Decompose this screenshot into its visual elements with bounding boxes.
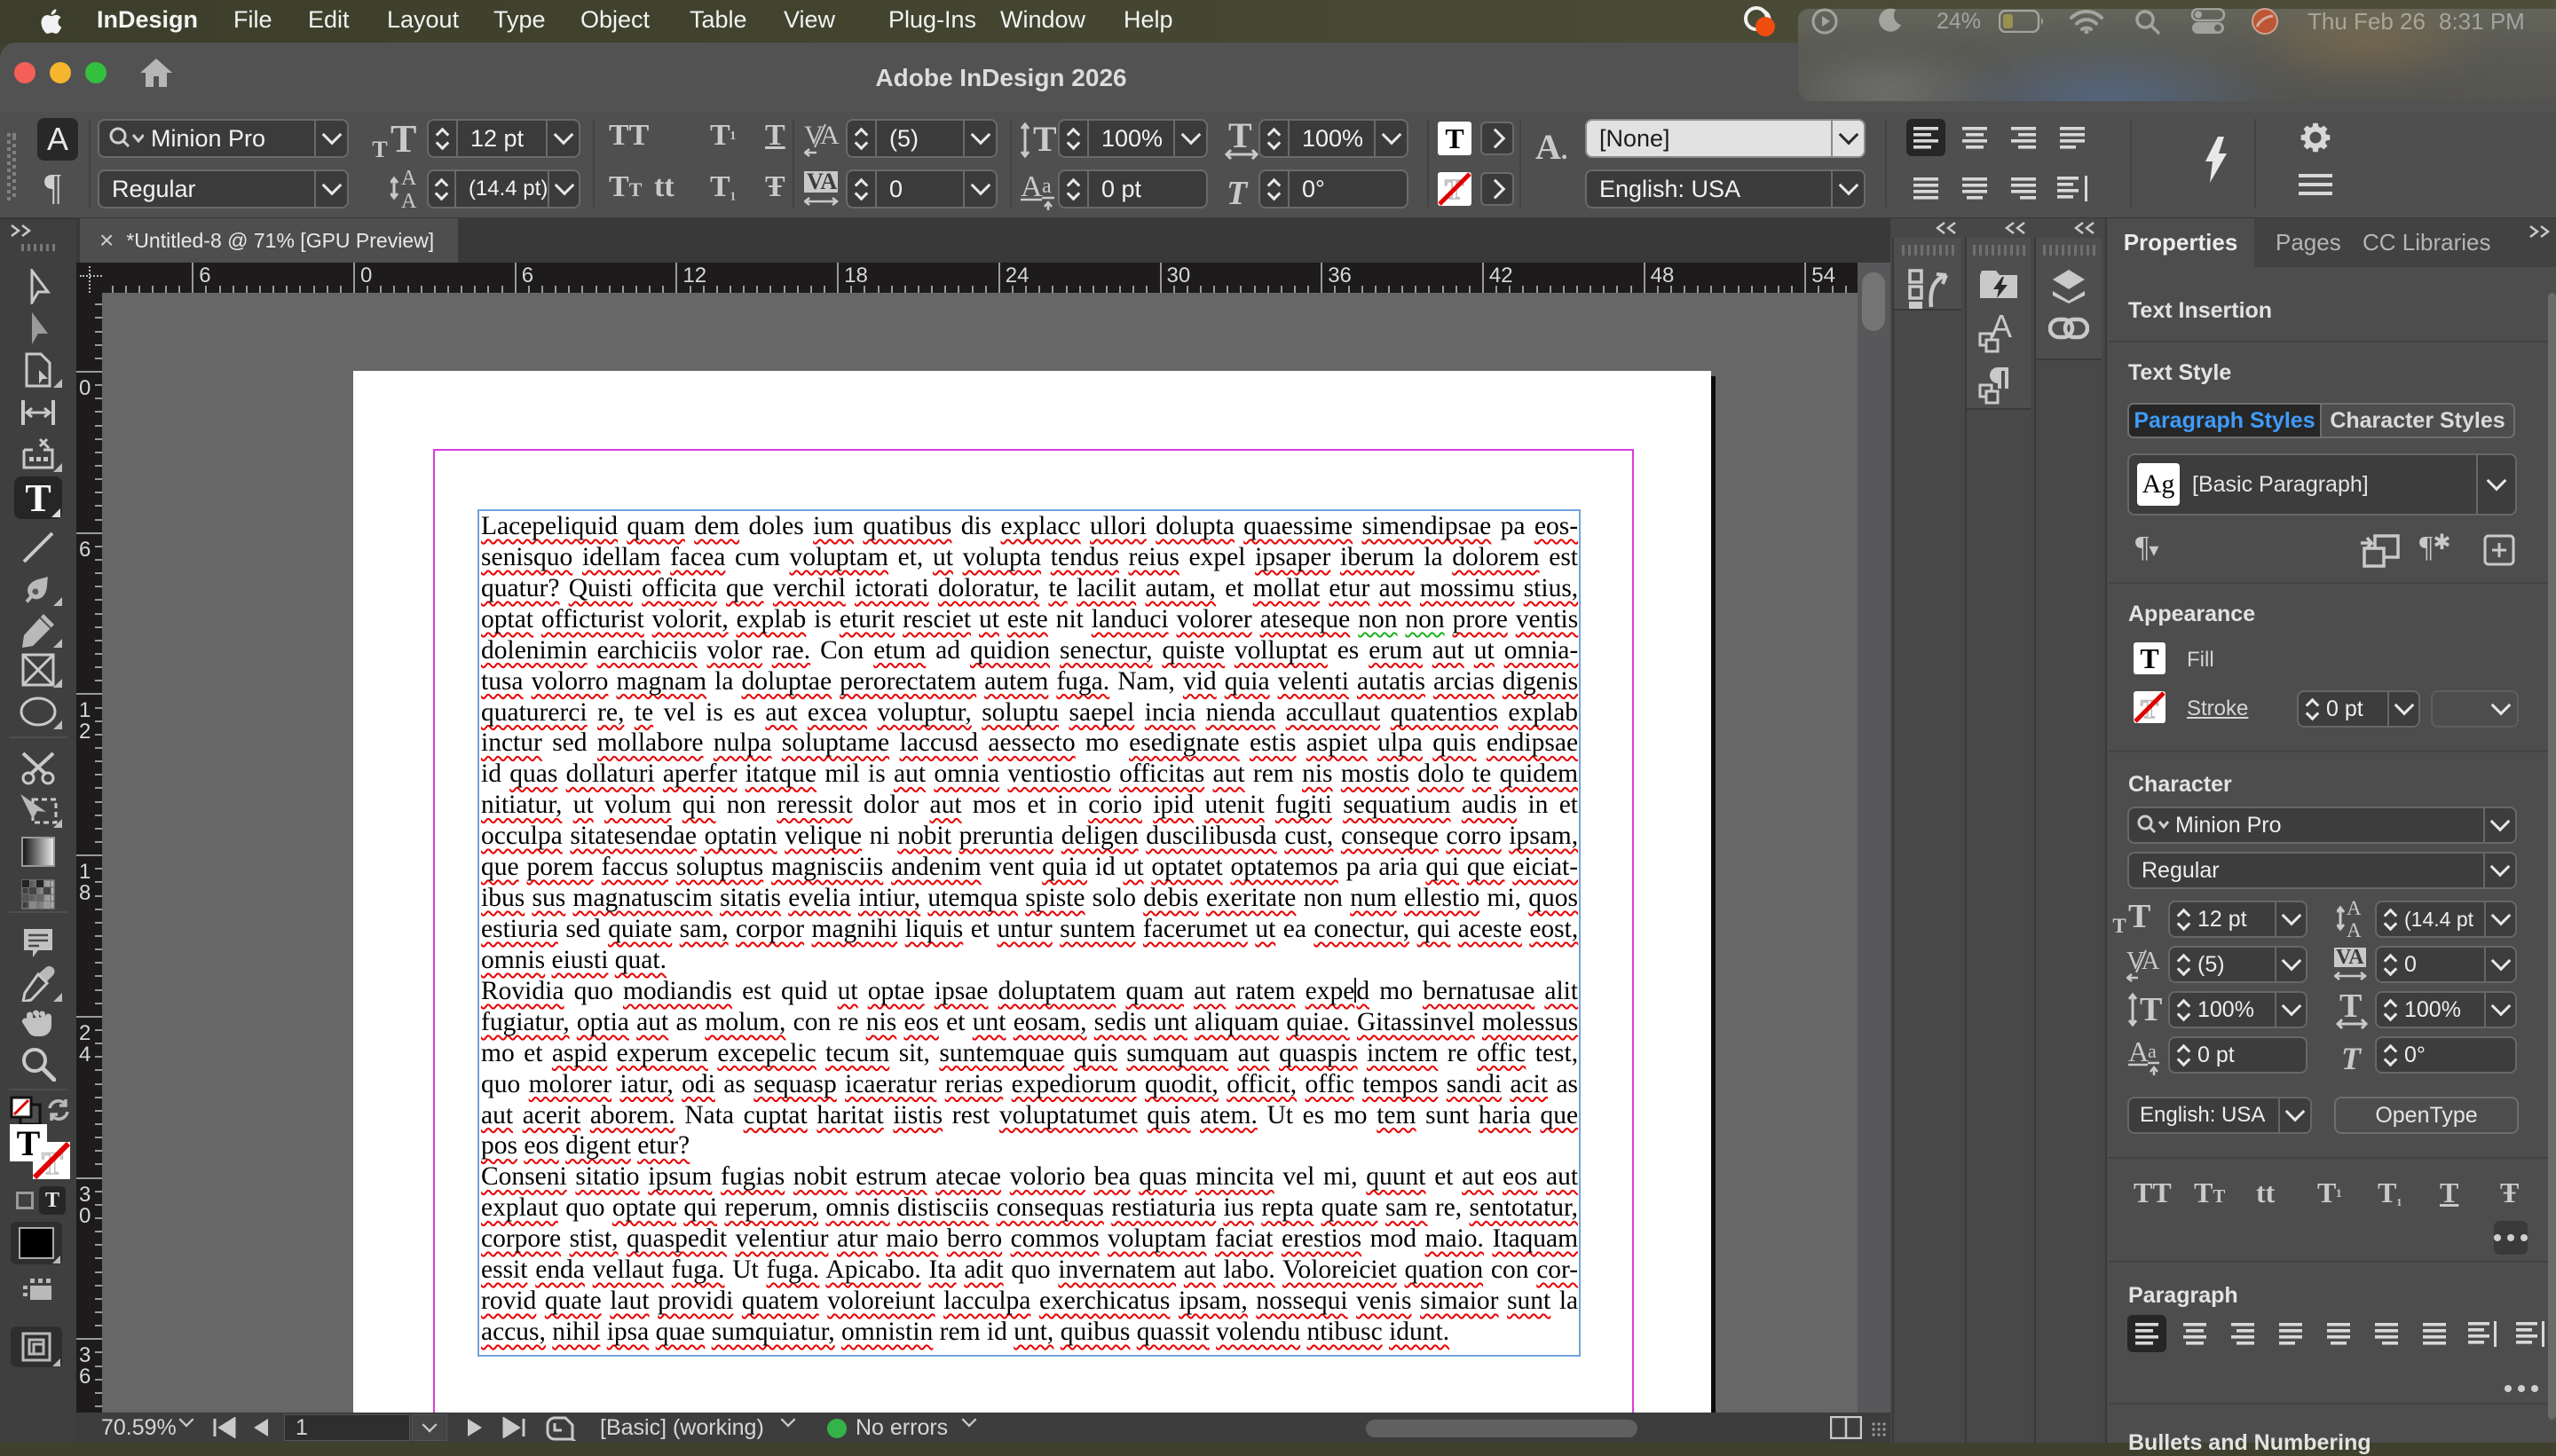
- svg-text:A: A: [2347, 919, 2362, 939]
- svg-text:a: a: [1042, 175, 1052, 198]
- svg-text:VA: VA: [807, 171, 837, 194]
- svg-text:T: T: [1033, 121, 1056, 159]
- svg-text:T: T: [2339, 992, 2362, 1025]
- svg-text:A: A: [1021, 171, 1043, 203]
- svg-text:VA: VA: [2336, 948, 2364, 969]
- svg-text:A: A: [2128, 1038, 2149, 1067]
- svg-text:T: T: [2140, 992, 2162, 1028]
- svg-text:T: T: [1228, 121, 1252, 155]
- svg-text:A: A: [2347, 898, 2362, 919]
- svg-text:a: a: [2148, 1040, 2157, 1062]
- svg-text:A: A: [2142, 948, 2160, 975]
- svg-text:A: A: [401, 190, 417, 209]
- svg-text:A: A: [401, 167, 417, 190]
- svg-text:A: A: [820, 121, 840, 150]
